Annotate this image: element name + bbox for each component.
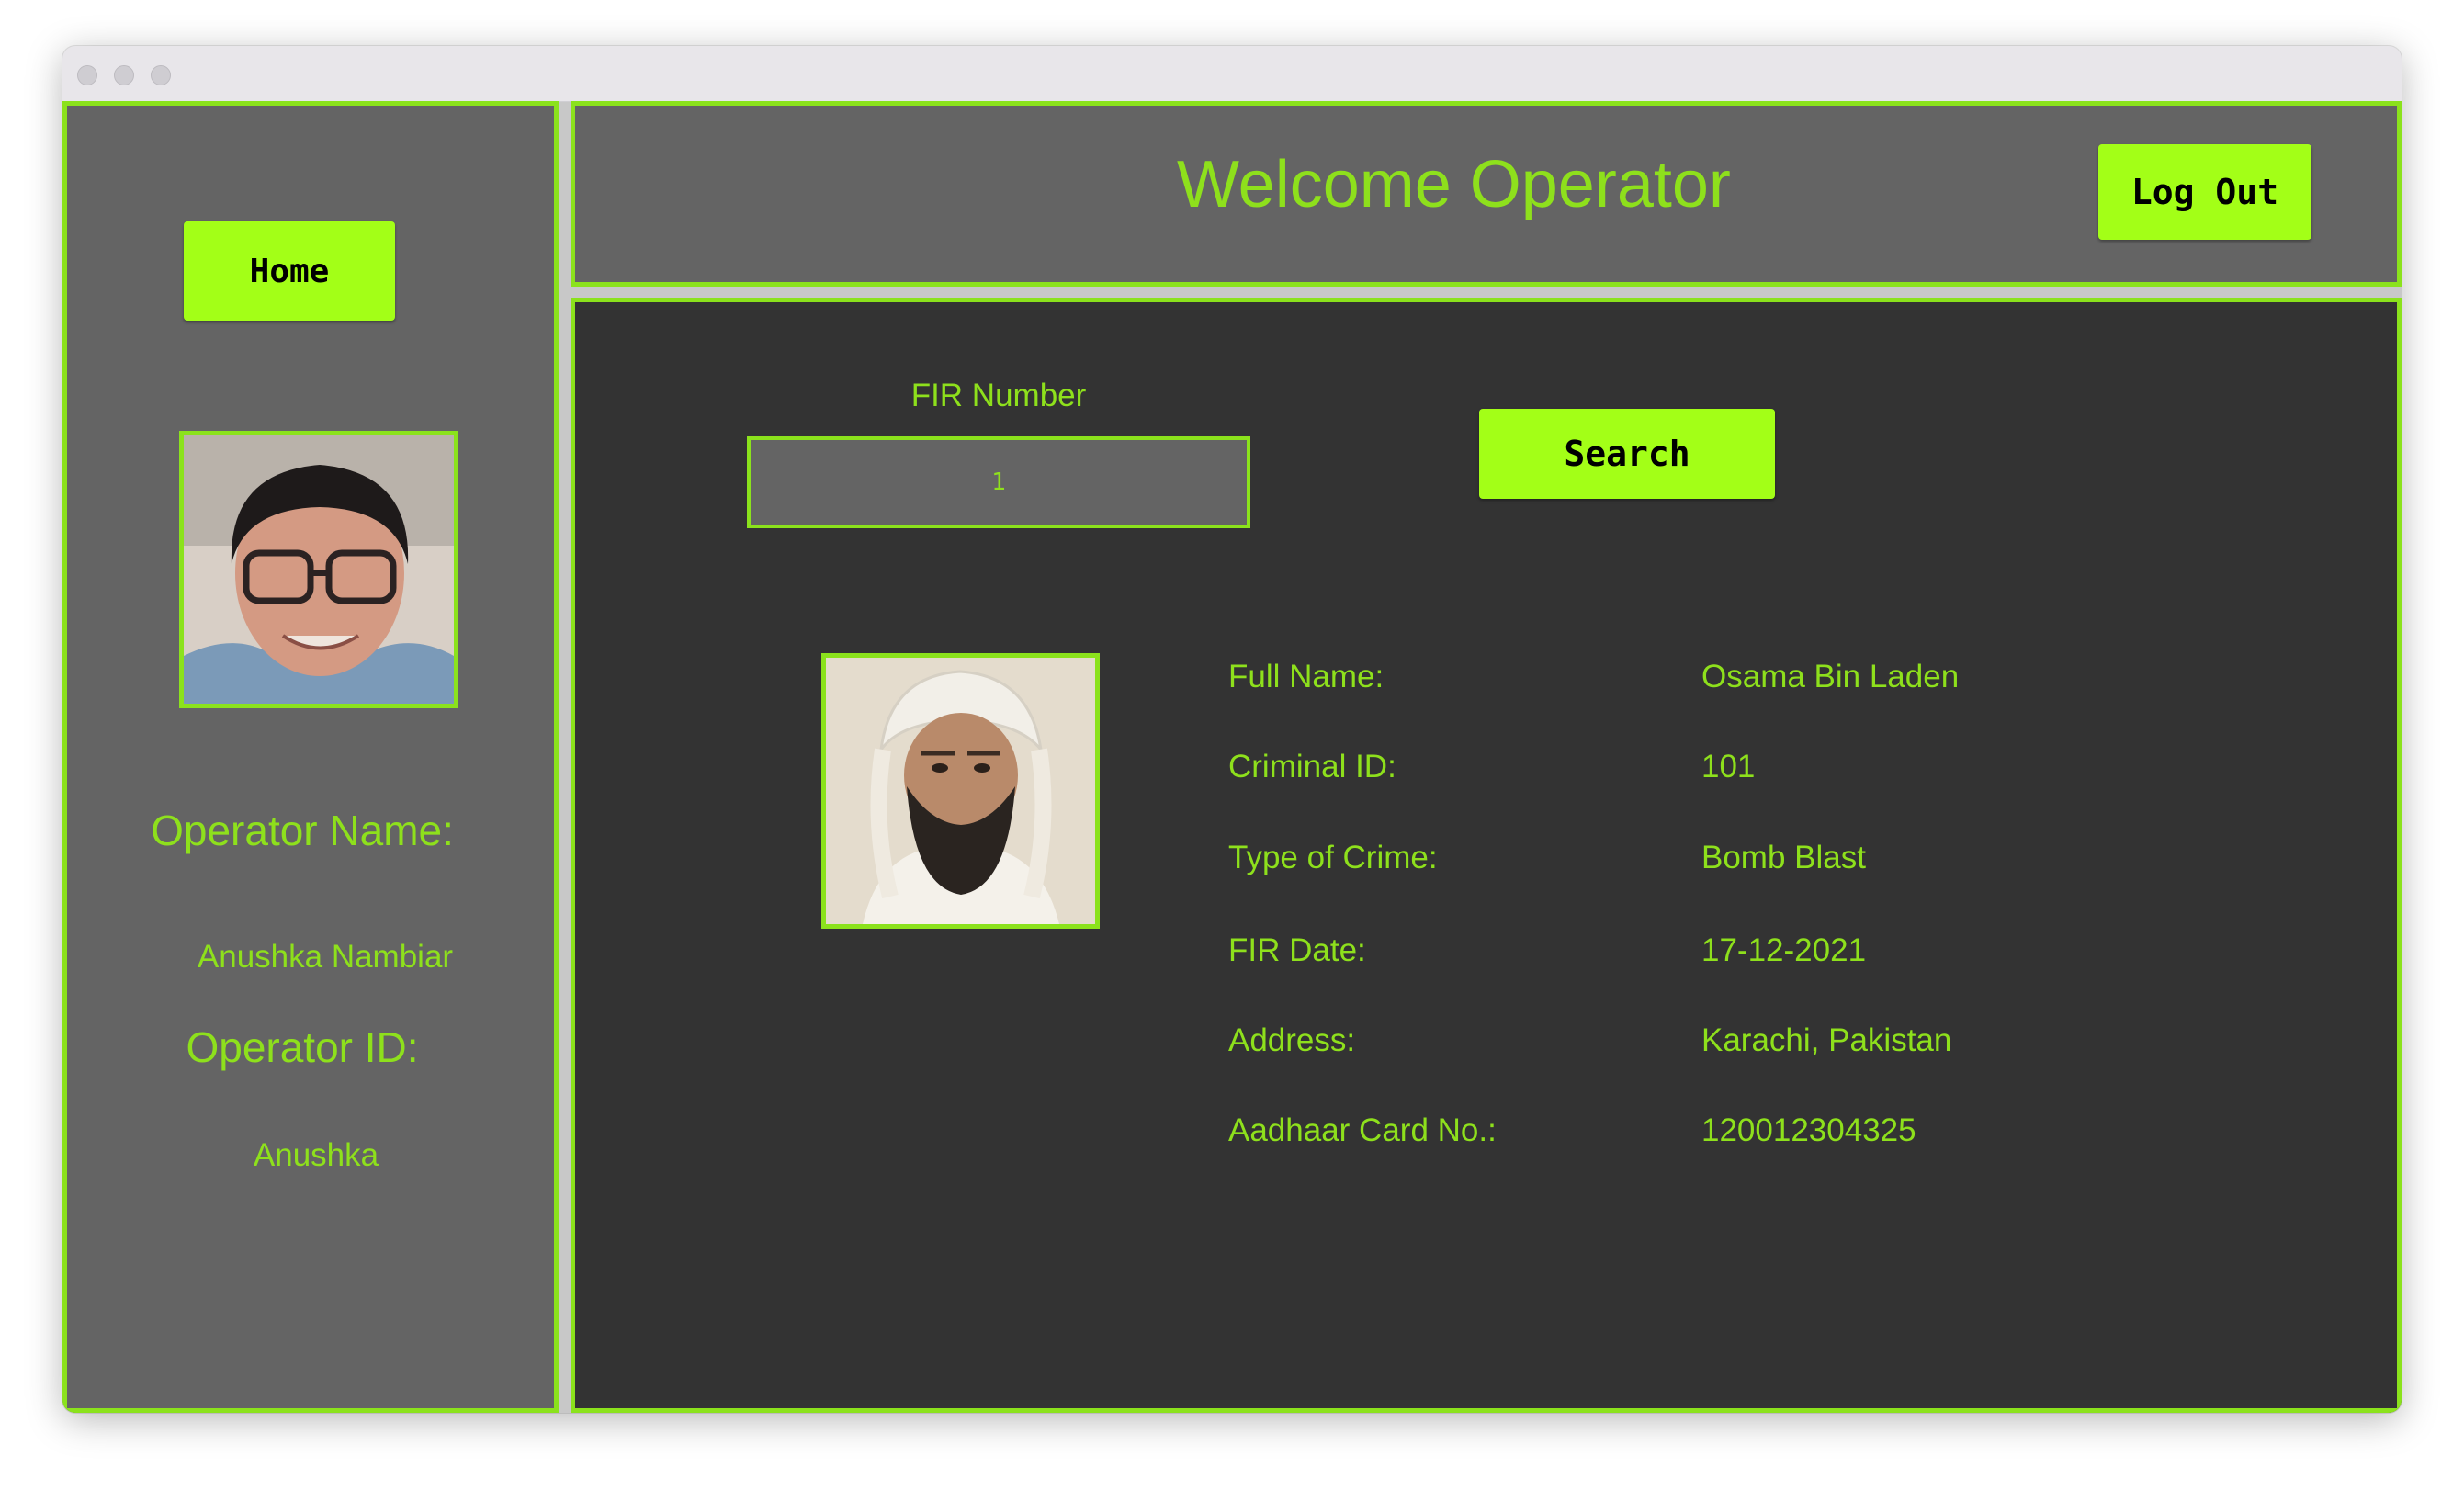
record-label-address: Address: [1228,1022,1356,1058]
record-label-criminal-id: Criminal ID: [1228,749,1396,785]
title-bar [62,46,2402,102]
search-button[interactable]: Search [1479,409,1775,499]
record-value-criminal-id: 101 [1701,749,1756,785]
record-label-aadhaar: Aadhaar Card No.: [1228,1112,1497,1148]
operator-name-label: Operator Name: [151,807,454,854]
record-value-crime-type: Bomb Blast [1701,840,1866,875]
record-value-fir-date: 17-12-2021 [1701,932,1867,968]
logout-button[interactable]: Log Out [2098,144,2311,240]
criminal-photo [821,653,1100,929]
fir-number-input[interactable] [747,436,1250,528]
operator-id-label: Operator ID: [186,1023,419,1071]
record-value-aadhaar: 120012304325 [1701,1112,1916,1148]
operator-photo [184,435,454,704]
header: Welcome Operator Log Out [571,101,2402,287]
criminal-photo-image [826,658,1095,924]
operator-id-value: Anushka [253,1137,379,1173]
record-label-crime-type: Type of Crime: [1228,840,1438,875]
minimize-window-control[interactable] [114,65,134,85]
record-value-full-name: Osama Bin Laden [1701,659,1960,694]
fir-number-label: FIR Number [910,378,1087,413]
sidebar: Home Operator Name: Anushka Nambiar Oper… [62,101,559,1413]
home-button[interactable]: Home [184,221,395,321]
close-window-control[interactable] [77,65,97,85]
app-window: Home Operator Name: Anushka Nambiar Oper… [62,46,2402,1413]
main-panel: FIR Number Search Full Name: Osama Bin L… [571,298,2402,1413]
zoom-window-control[interactable] [151,65,171,85]
page-title: Welcome Operator [1177,148,1731,221]
operator-avatar [179,431,458,708]
record-label-full-name: Full Name: [1228,659,1385,694]
operator-name-value: Anushka Nambiar [197,939,454,975]
record-value-address: Karachi, Pakistan [1701,1022,1952,1058]
record-label-fir-date: FIR Date: [1228,932,1366,968]
